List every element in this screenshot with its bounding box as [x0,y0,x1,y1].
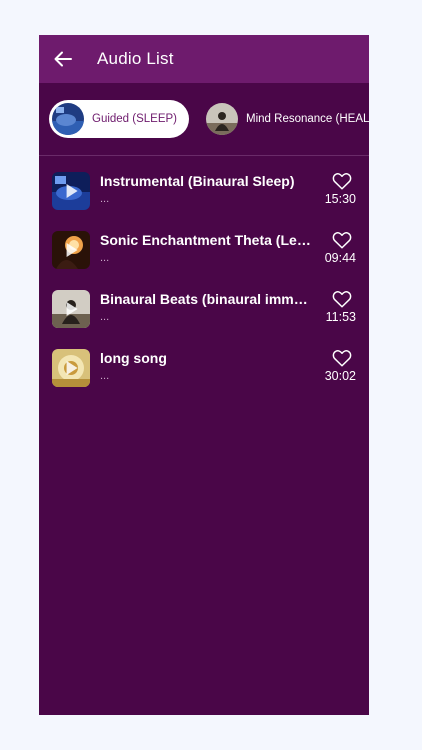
heart-outline-icon[interactable] [332,349,352,367]
list-item[interactable]: Instrumental (Binaural Sleep) ... 15:30 [39,170,369,229]
audio-list: Instrumental (Binaural Sleep) ... 15:30 [39,156,369,406]
track-thumbnail [52,172,90,210]
track-title: Sonic Enchantment Theta (Lev... [100,232,312,248]
track-subtitle: ... [100,370,110,382]
track-actions: 09:44 [325,229,356,265]
list-item[interactable]: Sonic Enchantment Theta (Lev... ... 09:4… [39,229,369,288]
list-item[interactable]: Binaural Beats (binaural imme... ... 11:… [39,288,369,347]
app-bar: Audio List [39,35,369,83]
track-duration: 30:02 [324,369,356,383]
category-thumbnail [52,103,84,135]
category-chip-mind-resonance-heal[interactable]: Mind Resonance (HEAL) [203,100,369,138]
heart-outline-icon[interactable] [332,172,352,190]
play-icon [66,361,78,375]
track-thumbnail [52,231,90,269]
track-duration: 15:30 [324,192,356,206]
track-subtitle: ... [100,311,110,323]
track-title: Instrumental (Binaural Sleep) [100,173,295,189]
back-button[interactable] [51,47,75,71]
list-item[interactable]: long song ... 30:02 [39,347,369,406]
track-info: long song ... [100,347,312,382]
track-info: Sonic Enchantment Theta (Lev... ... [100,229,312,264]
track-duration: 11:53 [325,310,356,324]
category-chip-guided-sleep[interactable]: Guided (SLEEP) [49,100,190,138]
track-actions: 11:53 [326,288,356,324]
category-chip-label: Guided (SLEEP) [92,113,178,125]
track-actions: 15:30 [325,170,356,206]
track-subtitle: ... [100,193,110,205]
heart-outline-icon[interactable] [332,231,352,249]
track-title: Binaural Beats (binaural imme... [100,291,312,307]
track-thumbnail [52,349,90,387]
category-chips: Guided (SLEEP) Mind Resonance (HEAL) [39,83,369,156]
category-chip-label: Mind Resonance (HEAL) [246,113,369,125]
play-icon [66,184,78,198]
track-thumbnail [52,290,90,328]
app-screen: Audio List Guided (SLEEP) Mind Resonance… [39,35,369,715]
heart-outline-icon[interactable] [332,290,352,308]
category-thumbnail [206,103,239,135]
play-icon [66,302,78,316]
play-icon [66,243,78,257]
page-title: Audio List [97,49,174,68]
track-subtitle: ... [100,252,110,264]
track-title: long song [100,350,167,366]
track-info: Binaural Beats (binaural imme... ... [100,288,312,323]
arrow-left-icon [54,51,72,67]
track-actions: 30:02 [325,347,356,383]
track-duration: 09:44 [324,251,356,265]
track-info: Instrumental (Binaural Sleep) ... [100,170,312,205]
